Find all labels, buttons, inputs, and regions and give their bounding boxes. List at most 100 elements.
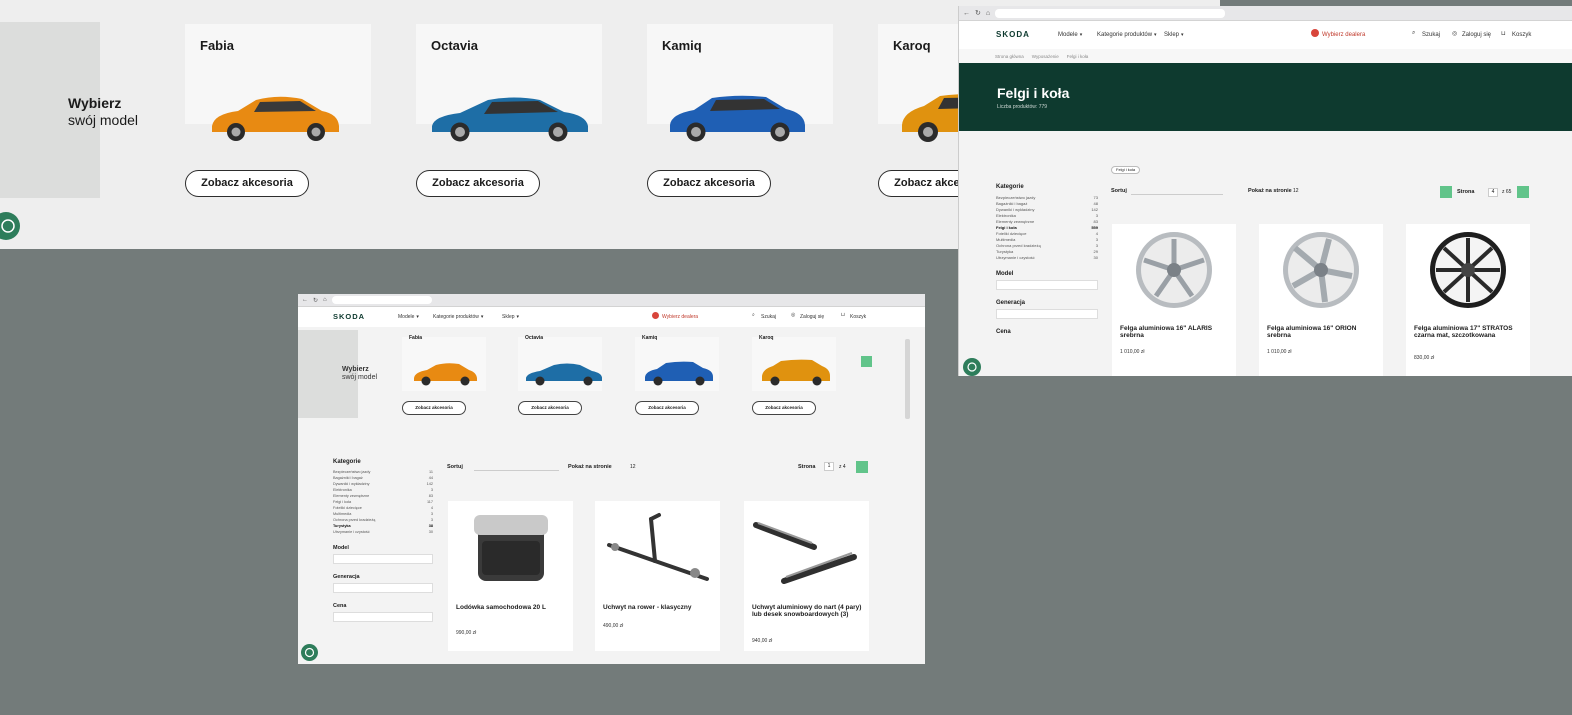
nav-models[interactable]: Modele [398,314,419,320]
nav-product-categories[interactable]: Kategorie produktów [1097,32,1157,38]
back-icon[interactable]: ← [963,10,970,17]
cart-icon[interactable]: ⊔ [841,312,845,318]
bike-carrier-image [607,513,709,581]
accessibility-icon [304,647,315,658]
suv-car-image [762,359,830,386]
address-bar[interactable] [995,8,1226,18]
wheels-listing-screenshot: ← ↻ ⌂ SKODA Modele Kategorie produktów S… [958,6,1572,376]
breadcrumb-item[interactable]: Strona główna [995,54,1024,59]
product-price: 1 010,00 zł [1120,349,1145,355]
model-filter-heading: Model [333,545,349,551]
dealer-select[interactable]: Wybierz dealera [662,314,698,320]
see-accessories-button-fabia[interactable]: Zobacz akcesoria [185,170,309,197]
per-page-select[interactable]: 12 [630,464,636,470]
product-card[interactable]: Felga aluminiowa 16" ALARIS srebrna 1 01… [1112,224,1236,376]
product-name[interactable]: Felga aluminiowa 17" STRATOS czarna mat,… [1414,325,1524,339]
breadcrumb-item[interactable]: Wyposażenie [1032,54,1059,59]
generation-filter-select[interactable] [333,583,433,593]
back-icon[interactable]: ← [302,297,308,303]
address-bar[interactable] [331,296,432,304]
next-page-button[interactable] [1517,186,1529,198]
product-card[interactable]: Uchwyt aluminiowy do nart (4 pary) lub d… [744,501,869,651]
heading-line-2: swój model [342,374,378,381]
product-card[interactable]: Lodówka samochodowa 20 L 990,00 zł [448,501,573,651]
skoda-logo[interactable]: SKODA [996,30,1030,39]
nav-product-categories[interactable]: Kategorie produktów [433,314,483,320]
price-filter-select[interactable] [333,612,433,622]
accessibility-button[interactable] [0,212,20,240]
browser-toolbar: ← ↻ ⌂ [298,294,925,307]
user-icon[interactable]: ◎ [1452,30,1457,37]
reload-icon[interactable]: ↻ [313,297,318,304]
model-filter-select[interactable] [996,280,1098,290]
prev-page-button[interactable] [1440,186,1452,198]
per-page-select[interactable]: 12 [1293,188,1299,194]
product-price: 940,00 zł [752,638,773,644]
category-hero: Felgi i koła Liczba produktów: 779 [959,63,1572,131]
site-header: SKODA Modele Kategorie produktów Sklep W… [298,307,925,327]
cart-link[interactable]: Koszyk [850,314,866,320]
product-card[interactable]: Uchwyt na rower - klasyczny 490,00 zł [595,501,720,651]
see-accessories-button-fabia[interactable]: Zobacz akcesoria [402,401,466,415]
car-fridge-image [474,515,548,581]
product-card[interactable]: Felga aluminiowa 17" STRATOS czarna mat,… [1406,224,1530,376]
search-link[interactable]: Szukaj [761,314,776,320]
model-name: Fabia [200,38,234,53]
sort-select[interactable] [1131,185,1223,195]
next-model-button[interactable] [861,356,872,367]
product-name[interactable]: Uchwyt na rower - klasyczny [603,604,715,611]
see-accessories-button-kamiq[interactable]: Zobacz akcesoria [647,170,771,197]
search-icon[interactable]: ⌕ [1412,30,1415,37]
next-page-button[interactable] [856,461,868,473]
scrollbar-thumb[interactable] [905,339,910,419]
product-count: Liczba produktów: 779 [997,104,1048,110]
page-input[interactable]: 1 [824,462,834,471]
cart-link[interactable]: Koszyk [1512,32,1531,38]
page-label: Strona [798,464,816,470]
product-card[interactable]: Felga aluminiowa 16" ORION srebrna 1 010… [1259,224,1383,376]
page-total: z 4 [839,464,846,470]
login-link[interactable]: Zaloguj się [1462,32,1491,38]
nav-shop[interactable]: Sklep [502,314,519,320]
home-icon[interactable]: ⌂ [323,297,327,303]
see-accessories-button-kamiq[interactable]: Zobacz akcesoria [635,401,699,415]
generation-filter-select[interactable] [996,309,1098,319]
accessibility-button[interactable] [301,644,318,661]
model-name: Kamiq [642,335,658,341]
dealer-select[interactable]: Wybierz dealera [1322,32,1365,38]
category-item[interactable]: Utrzymanie i czystość 30 [333,529,433,535]
generation-filter-heading: Generacja [333,574,360,580]
product-price: 830,00 zł [1414,355,1435,361]
see-accessories-button-karoq[interactable]: Zobacz akcesoria [752,401,816,415]
nav-shop[interactable]: Sklep [1164,32,1184,38]
nav-models[interactable]: Modele [1058,32,1082,38]
see-accessories-button-octavia[interactable]: Zobacz akcesoria [416,170,540,197]
page-total: z 65 [1502,189,1512,195]
category-item[interactable]: Utrzymanie i czystość 30 [996,255,1098,261]
product-price: 1 010,00 zł [1267,349,1292,355]
site-header: SKODA Modele Kategorie produktów Sklep W… [959,21,1572,49]
product-name[interactable]: Uchwyt aluminiowy do nart (4 pary) lub d… [752,604,864,618]
search-link[interactable]: Szukaj [1422,32,1440,38]
per-page-label: Pokaż na stronie [1248,188,1292,194]
home-icon[interactable]: ⌂ [986,10,990,17]
active-filter-chip[interactable]: Felgi i koła [1111,166,1141,174]
sort-select[interactable] [474,460,559,471]
user-icon[interactable]: ◎ [791,312,795,318]
login-link[interactable]: Zaloguj się [800,314,824,320]
product-name[interactable]: Felga aluminiowa 16" ALARIS srebrna [1120,325,1230,339]
black-wheel-image [1430,232,1506,308]
category-list: Bezpieczeństwo jazdy 11 Bagażniki i bagaż 4… [333,469,433,535]
model-filter-select[interactable] [333,554,433,564]
cart-icon[interactable]: ⊔ [1501,30,1506,37]
skoda-logo[interactable]: SKODA [333,312,365,321]
page-input[interactable]: 4 [1488,188,1498,197]
reload-icon[interactable]: ↻ [975,9,981,17]
model-selector: Wybierz swój model Fabia Zobacz akcesori… [298,327,925,425]
product-name[interactable]: Felga aluminiowa 16" ORION srebrna [1267,325,1377,339]
model-name: Kamiq [662,38,702,53]
search-icon[interactable]: ⌕ [752,312,755,318]
see-accessories-button-octavia[interactable]: Zobacz akcesoria [518,401,582,415]
accessibility-button[interactable] [963,358,981,376]
product-name[interactable]: Lodówka samochodowa 20 L [456,604,568,611]
